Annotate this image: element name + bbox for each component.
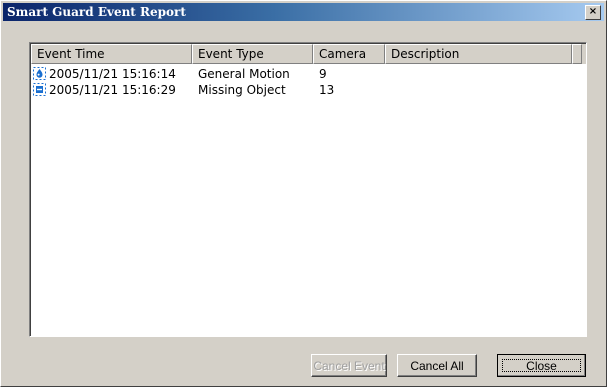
camera-cell: 13 — [319, 83, 335, 97]
table-row[interactable]: 2005/11/21 15:16:29 Missing Object 13 — [31, 82, 585, 98]
cancel-all-button[interactable]: Cancel All — [397, 354, 477, 377]
event-type-cell: General Motion — [198, 67, 290, 81]
event-type-cell: Missing Object — [198, 83, 286, 97]
column-header-camera[interactable]: Camera — [313, 44, 385, 64]
column-header-filler — [572, 44, 582, 64]
table-row[interactable]: 2005/11/21 15:16:14 General Motion 9 — [31, 66, 585, 82]
cancel-event-button[interactable]: Cancel Event — [311, 354, 387, 377]
list-header: Event Time Event Type Camera Description — [31, 44, 586, 64]
column-header-description[interactable]: Description — [385, 44, 572, 64]
title-bar[interactable]: Smart Guard Event Report × — [3, 3, 604, 21]
event-time-cell: 2005/11/21 15:16:29 — [49, 83, 176, 97]
focus-rectangle — [502, 359, 581, 372]
close-icon[interactable]: × — [585, 5, 601, 20]
camera-cell: 9 — [319, 67, 327, 81]
missing-object-event-icon — [33, 83, 46, 96]
window-title: Smart Guard Event Report — [7, 5, 186, 19]
column-header-event-time[interactable]: Event Time — [31, 44, 192, 64]
motion-event-icon — [33, 67, 46, 80]
event-time-cell: 2005/11/21 15:16:14 — [49, 67, 176, 81]
close-button[interactable]: Close — [497, 354, 586, 377]
column-header-event-type[interactable]: Event Type — [192, 44, 313, 64]
event-list[interactable]: Event Time Event Type Camera Description… — [29, 42, 587, 337]
event-report-dialog: Smart Guard Event Report × Event Time Ev… — [0, 0, 607, 387]
